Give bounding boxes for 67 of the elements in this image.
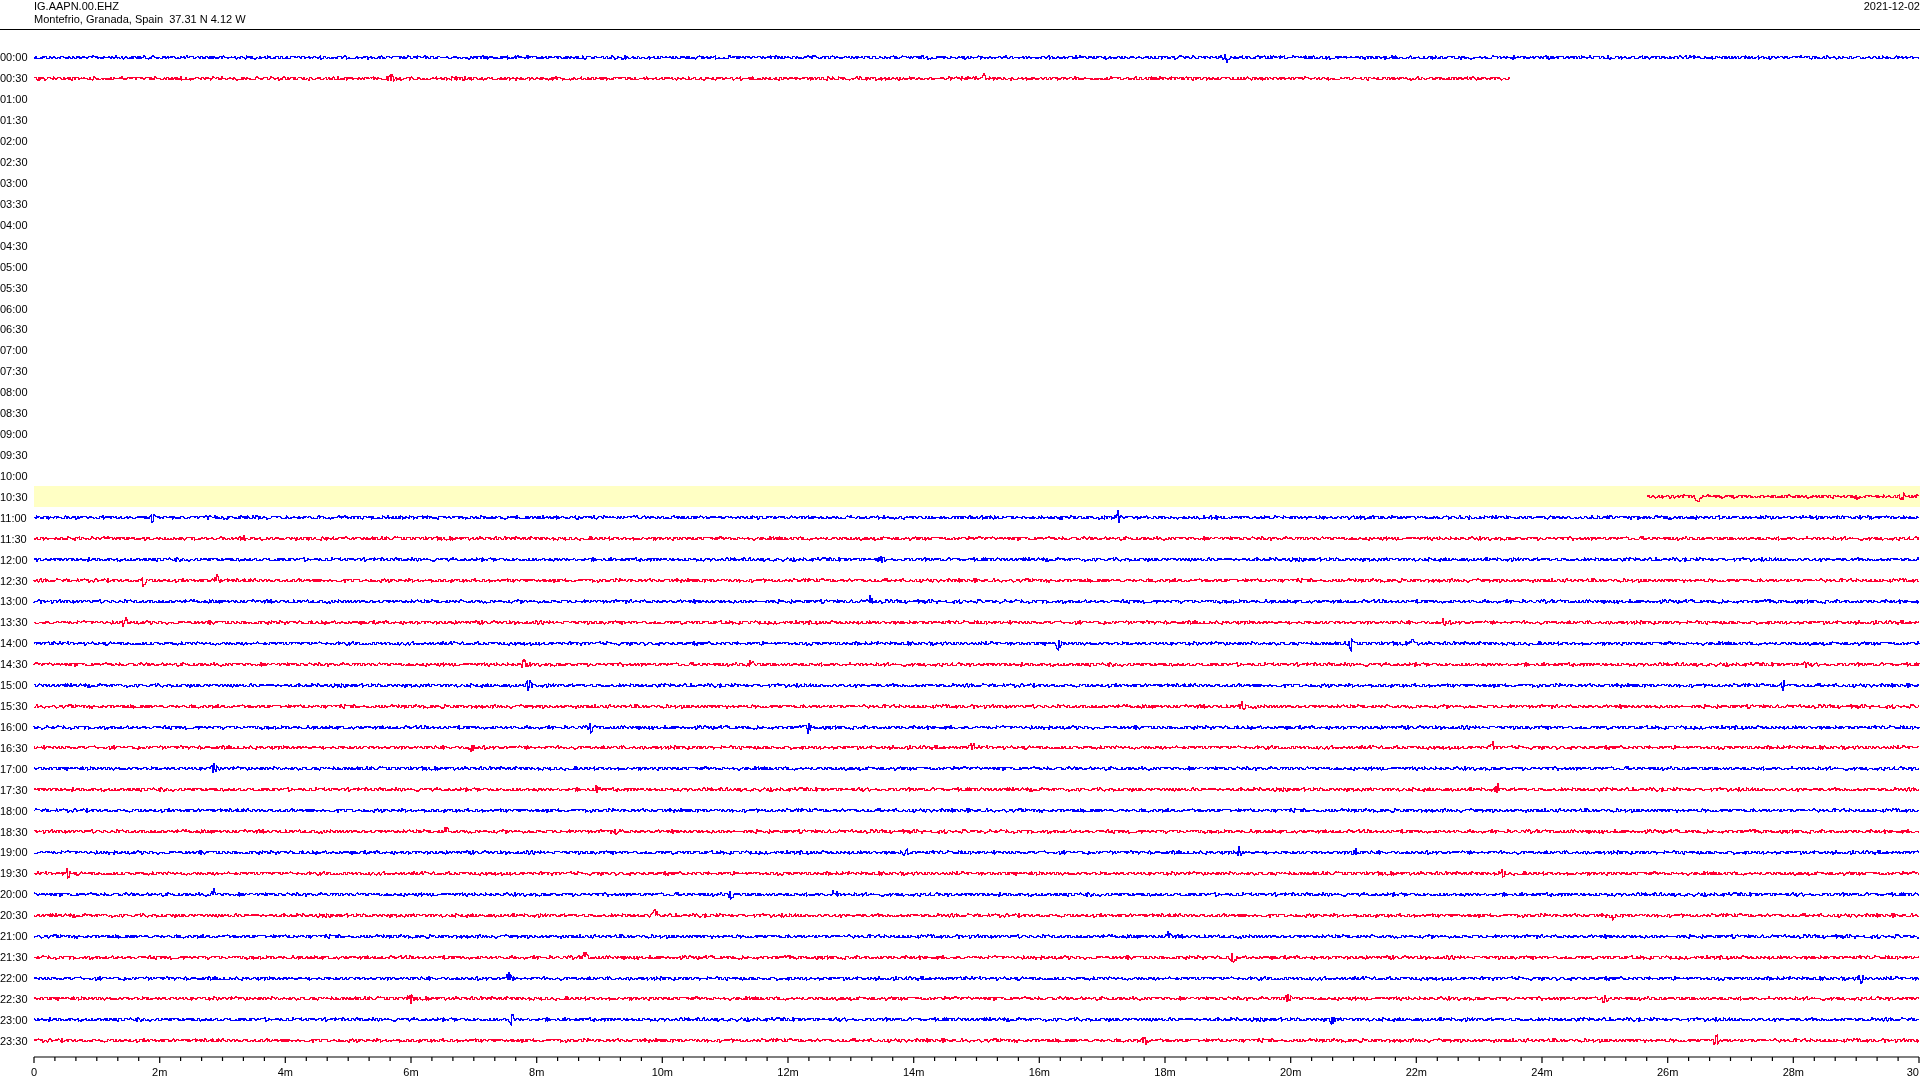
time-label: 04:30 (0, 239, 29, 252)
time-label: 19:00 (0, 846, 29, 859)
axis-tick-label: 0 (30, 1066, 38, 1079)
time-label: 01:00 (0, 93, 29, 106)
time-label: 18:30 (0, 825, 29, 838)
time-label: 11:00 (0, 511, 28, 524)
axis-tick-label: 26m (1656, 1066, 1679, 1079)
axis-tick-label: 22m (1405, 1066, 1428, 1079)
time-label: 08:00 (0, 386, 29, 399)
time-label: 12:30 (0, 574, 29, 587)
time-label: 21:00 (0, 930, 29, 943)
time-label: 07:30 (0, 365, 29, 378)
time-label: 20:30 (0, 909, 29, 922)
axis-tick-label: 24m (1531, 1066, 1553, 1079)
time-label: 18:00 (0, 804, 29, 817)
time-label: 00:30 (0, 72, 29, 85)
axis-tick-label: 12m (777, 1066, 799, 1079)
axis-tick-label: 16m (1028, 1066, 1051, 1079)
time-label: 02:00 (0, 135, 29, 148)
time-label: 10:00 (0, 469, 29, 482)
time-label: 08:30 (0, 407, 29, 420)
time-label: 01:30 (0, 114, 29, 127)
time-label: 23:00 (0, 1013, 29, 1026)
time-label: 07:00 (0, 344, 29, 357)
time-label: 14:00 (0, 637, 29, 650)
time-label: 17:00 (0, 762, 29, 775)
axis-tick-label: 20m (1279, 1066, 1302, 1079)
axis-tick-label: 14m (902, 1066, 925, 1079)
time-label: 12:00 (0, 553, 29, 566)
time-label: 23:30 (0, 1034, 29, 1047)
time-label: 15:00 (0, 679, 29, 692)
time-label: 16:30 (0, 741, 29, 754)
time-label: 19:30 (0, 867, 29, 880)
time-label: 05:00 (0, 260, 29, 273)
time-label: 13:00 (0, 595, 29, 608)
station-code: IG.AAPN.00.EHZ (34, 0, 120, 13)
time-label: 17:30 (0, 783, 29, 796)
time-label: 14:30 (0, 658, 29, 671)
time-label: 06:30 (0, 323, 29, 336)
axis-tick-label: 28m (1782, 1066, 1805, 1079)
time-label: 04:00 (0, 218, 29, 231)
axis-tick-label: 8m (529, 1066, 545, 1079)
station-location: Montefrio, Granada, Spain 37.31 N 4.12 W (34, 13, 246, 26)
time-label: 05:30 (0, 281, 29, 294)
axis-tick-label: 4m (277, 1066, 293, 1079)
time-label: 09:00 (0, 428, 29, 441)
axis-tick-label: 6m (403, 1066, 419, 1079)
time-label: 00:00 (0, 51, 29, 64)
time-label: 15:30 (0, 700, 29, 713)
time-label: 21:30 (0, 951, 29, 964)
time-label: 16:00 (0, 720, 29, 733)
time-label: 03:00 (0, 177, 29, 189)
time-label: 03:30 (0, 197, 29, 210)
time-label: 13:30 (0, 616, 29, 629)
axis-tick-label: 10m (651, 1066, 674, 1079)
time-label: 06:00 (0, 302, 29, 315)
time-label: 20:00 (0, 888, 29, 901)
time-label: 02:30 (0, 156, 29, 169)
axis-tick-label: 30 (1906, 1066, 1919, 1079)
time-label: 11:30 (0, 532, 28, 545)
time-label: 22:00 (0, 972, 29, 984)
time-label: 09:30 (0, 448, 29, 461)
time-label: 10:30 (0, 490, 29, 503)
date-label: 2021-12-02 (1863, 0, 1920, 14)
time-label: 22:30 (0, 992, 29, 1005)
axis-tick-label: 2m (152, 1066, 168, 1079)
axis-tick-label: 18m (1154, 1066, 1176, 1079)
